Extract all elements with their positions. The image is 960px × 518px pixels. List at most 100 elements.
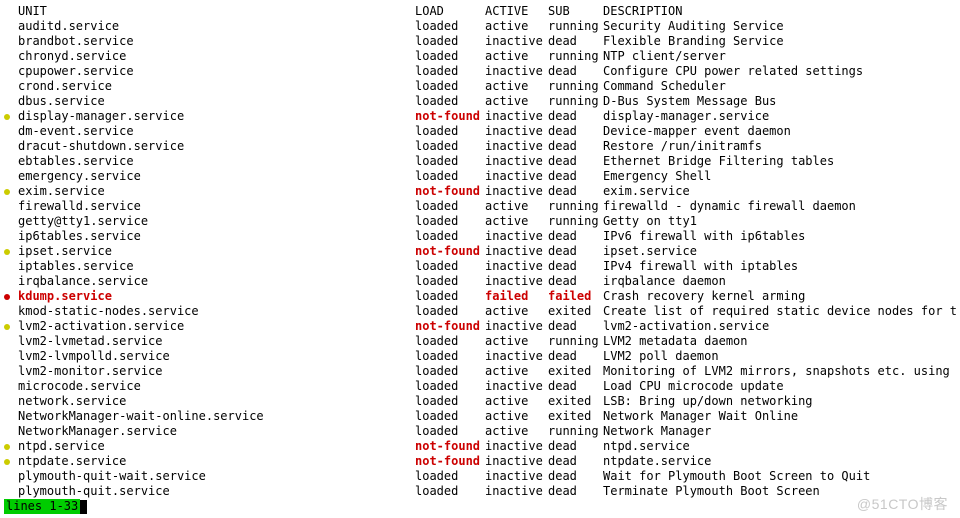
unit-name: ebtables.service xyxy=(18,154,415,169)
load-state: loaded xyxy=(415,199,485,214)
terminal-output[interactable]: UNIT LOAD ACTIVE SUB DESCRIPTION auditd.… xyxy=(0,0,960,514)
sub-state: running xyxy=(548,214,603,229)
service-row: ebtables.serviceloadedinactivedeadEthern… xyxy=(4,154,956,169)
service-row: NetworkManager.serviceloadedactiverunnin… xyxy=(4,424,956,439)
unit-name: plymouth-quit.service xyxy=(18,484,415,499)
service-row: kdump.serviceloadedfailedfailed Crash re… xyxy=(4,289,956,304)
load-state: loaded xyxy=(415,304,485,319)
description: Restore /run/initramfs xyxy=(603,139,956,154)
service-row: iptables.serviceloadedinactivedeadIPv4 f… xyxy=(4,259,956,274)
sub-state: running xyxy=(548,424,603,439)
status-bullet xyxy=(4,289,18,304)
load-state: not-found xyxy=(415,109,485,124)
description: firewalld - dynamic firewall daemon xyxy=(603,199,956,214)
active-state: failed xyxy=(485,289,548,304)
unit-name: ntpdate.service xyxy=(18,454,415,469)
unit-name: microcode.service xyxy=(18,379,415,394)
description: NTP client/server xyxy=(603,49,956,64)
sub-state: dead xyxy=(548,454,603,469)
status-bullet xyxy=(4,94,18,109)
unit-name: NetworkManager.service xyxy=(18,424,415,439)
unit-name: kmod-static-nodes.service xyxy=(18,304,415,319)
active-state: active xyxy=(485,94,548,109)
sub-state: dead xyxy=(548,184,603,199)
service-row: exim.servicenot-foundinactivedead exim.s… xyxy=(4,184,956,199)
sub-state: dead xyxy=(548,139,603,154)
status-bullet xyxy=(4,214,18,229)
active-state: inactive xyxy=(485,64,548,79)
load-state: loaded xyxy=(415,79,485,94)
sub-state: dead xyxy=(548,379,603,394)
sub-state: dead xyxy=(548,34,603,49)
unit-name: dracut-shutdown.service xyxy=(18,139,415,154)
load-state: loaded xyxy=(415,154,485,169)
service-row: emergency.serviceloadedinactivedeadEmerg… xyxy=(4,169,956,184)
unit-name: irqbalance.service xyxy=(18,274,415,289)
unit-name: chronyd.service xyxy=(18,49,415,64)
service-row: plymouth-quit.serviceloadedinactivedeadT… xyxy=(4,484,956,499)
description: ipset.service xyxy=(603,244,956,259)
unit-name: ipset.service xyxy=(18,244,415,259)
description: exim.service xyxy=(603,184,956,199)
status-bullet xyxy=(4,409,18,424)
active-state: inactive xyxy=(485,349,548,364)
header-unit: UNIT xyxy=(18,4,415,19)
load-state: loaded xyxy=(415,229,485,244)
unit-name: auditd.service xyxy=(18,19,415,34)
unit-name: network.service xyxy=(18,394,415,409)
sub-state: dead xyxy=(548,319,603,334)
unit-name: cpupower.service xyxy=(18,64,415,79)
status-bullet xyxy=(4,304,18,319)
sub-state: dead xyxy=(548,229,603,244)
service-row: ip6tables.serviceloadedinactivedeadIPv6 … xyxy=(4,229,956,244)
description: Create list of required static device no… xyxy=(603,304,956,319)
active-state: inactive xyxy=(485,154,548,169)
header-row: UNIT LOAD ACTIVE SUB DESCRIPTION xyxy=(4,4,956,19)
description: Ethernet Bridge Filtering tables xyxy=(603,154,956,169)
load-state: loaded xyxy=(415,64,485,79)
sub-state: dead xyxy=(548,259,603,274)
description: Terminate Plymouth Boot Screen xyxy=(603,484,956,499)
description: LVM2 poll daemon xyxy=(603,349,956,364)
load-state: loaded xyxy=(415,334,485,349)
service-row: firewalld.serviceloadedactiverunningfire… xyxy=(4,199,956,214)
status-bullet xyxy=(4,124,18,139)
active-state: inactive xyxy=(485,439,548,454)
load-state: not-found xyxy=(415,454,485,469)
sub-state: running xyxy=(548,79,603,94)
unit-name: lvm2-lvmetad.service xyxy=(18,334,415,349)
active-state: inactive xyxy=(485,469,548,484)
load-state: not-found xyxy=(415,319,485,334)
service-row: getty@tty1.serviceloadedactiverunningGet… xyxy=(4,214,956,229)
status-bullet xyxy=(4,139,18,154)
description: Wait for Plymouth Boot Screen to Quit xyxy=(603,469,956,484)
service-row: auditd.serviceloadedactiverunningSecurit… xyxy=(4,19,956,34)
status-bullet xyxy=(4,49,18,64)
unit-name: brandbot.service xyxy=(18,34,415,49)
active-state: inactive xyxy=(485,454,548,469)
active-state: inactive xyxy=(485,259,548,274)
description: ntpdate.service xyxy=(603,454,956,469)
status-bullet xyxy=(4,229,18,244)
description: Network Manager Wait Online xyxy=(603,409,956,424)
description: lvm2-activation.service xyxy=(603,319,956,334)
status-bullet xyxy=(4,424,18,439)
status-bullet xyxy=(4,439,18,454)
unit-name: dbus.service xyxy=(18,94,415,109)
status-bullet xyxy=(4,364,18,379)
sub-state: dead xyxy=(548,439,603,454)
unit-name: display-manager.service xyxy=(18,109,415,124)
active-state: inactive xyxy=(485,109,548,124)
service-row: ipset.servicenot-foundinactivedead ipset… xyxy=(4,244,956,259)
active-state: active xyxy=(485,409,548,424)
sub-state: exited xyxy=(548,409,603,424)
header-active: ACTIVE xyxy=(485,4,548,19)
description: Load CPU microcode update xyxy=(603,379,956,394)
sub-state: exited xyxy=(548,304,603,319)
sub-state: dead xyxy=(548,64,603,79)
description: IPv6 firewall with ip6tables xyxy=(603,229,956,244)
load-state: loaded xyxy=(415,484,485,499)
pager-status: lines 1-33 xyxy=(4,499,80,514)
unit-name: lvm2-monitor.service xyxy=(18,364,415,379)
sub-state: dead xyxy=(548,244,603,259)
